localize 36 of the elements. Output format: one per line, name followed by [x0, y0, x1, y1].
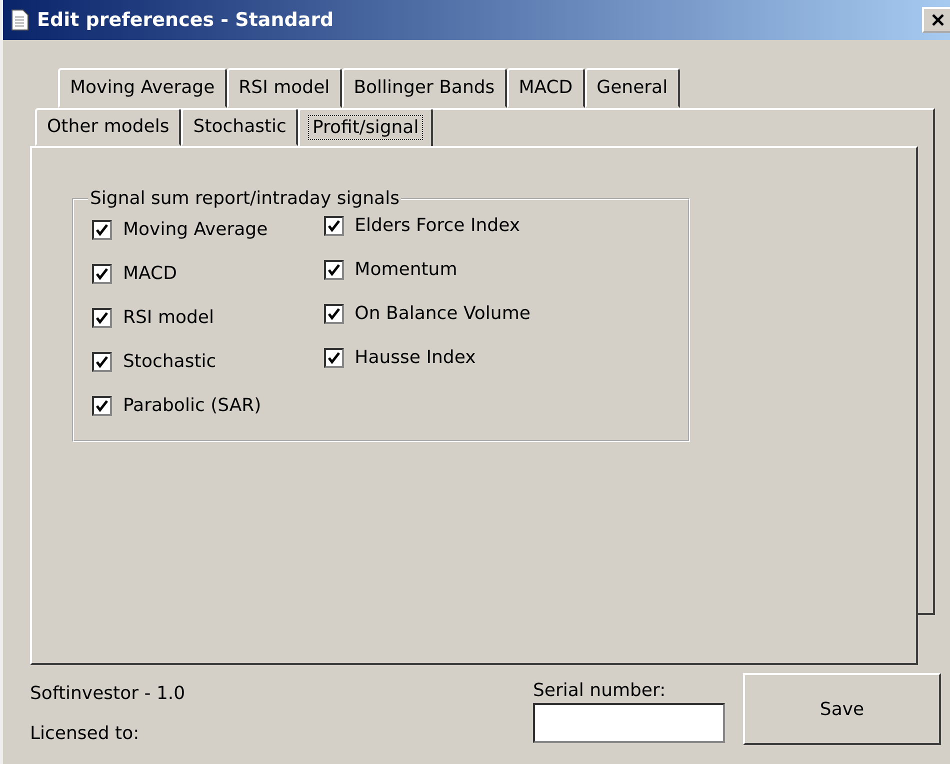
checkbox[interactable]: [92, 352, 112, 372]
document-icon: [11, 9, 29, 31]
checkbox[interactable]: [324, 216, 344, 236]
close-button[interactable]: [922, 7, 950, 33]
checkbox[interactable]: [92, 220, 112, 240]
close-icon: [931, 13, 945, 27]
licensed-to-label: Licensed to:: [30, 723, 140, 744]
serial-number-label: Serial number:: [533, 680, 667, 701]
checkbox[interactable]: [92, 264, 112, 284]
tab[interactable]: Bollinger Bands: [342, 68, 507, 108]
checkbox[interactable]: [324, 348, 344, 368]
serial-number-field[interactable]: [533, 703, 725, 743]
window-title: Edit preferences - Standard: [37, 9, 335, 31]
checkbox-label: Moving Average: [123, 219, 268, 240]
checkbox-label: Hausse Index: [354, 347, 476, 368]
tab[interactable]: Other models: [35, 108, 182, 146]
save-button[interactable]: Save: [743, 673, 941, 745]
checkbox-label: Stochastic: [123, 351, 216, 372]
checkbox-label: Elders Force Index: [354, 215, 520, 236]
tab[interactable]: Profit/signal: [298, 108, 433, 149]
group-title: Signal sum report/intraday signals: [89, 188, 400, 209]
checkbox[interactable]: [92, 396, 112, 416]
tab[interactable]: Moving Average: [58, 68, 227, 108]
checkbox[interactable]: [92, 308, 112, 328]
checkbox-label: RSI model: [123, 307, 214, 328]
checkbox[interactable]: [324, 260, 344, 280]
checkbox[interactable]: [324, 304, 344, 324]
checkbox-label: MACD: [123, 263, 177, 284]
tab[interactable]: General: [584, 68, 680, 108]
checkbox-label: Momentum: [354, 259, 458, 280]
checkbox-label: Parabolic (SAR): [123, 395, 262, 416]
tab[interactable]: RSI model: [226, 68, 342, 108]
app-version: Softinvestor - 1.0: [30, 683, 186, 704]
checkbox-label: On Balance Volume: [354, 303, 530, 324]
tab[interactable]: MACD: [506, 68, 585, 108]
tab[interactable]: Stochastic: [181, 108, 298, 146]
